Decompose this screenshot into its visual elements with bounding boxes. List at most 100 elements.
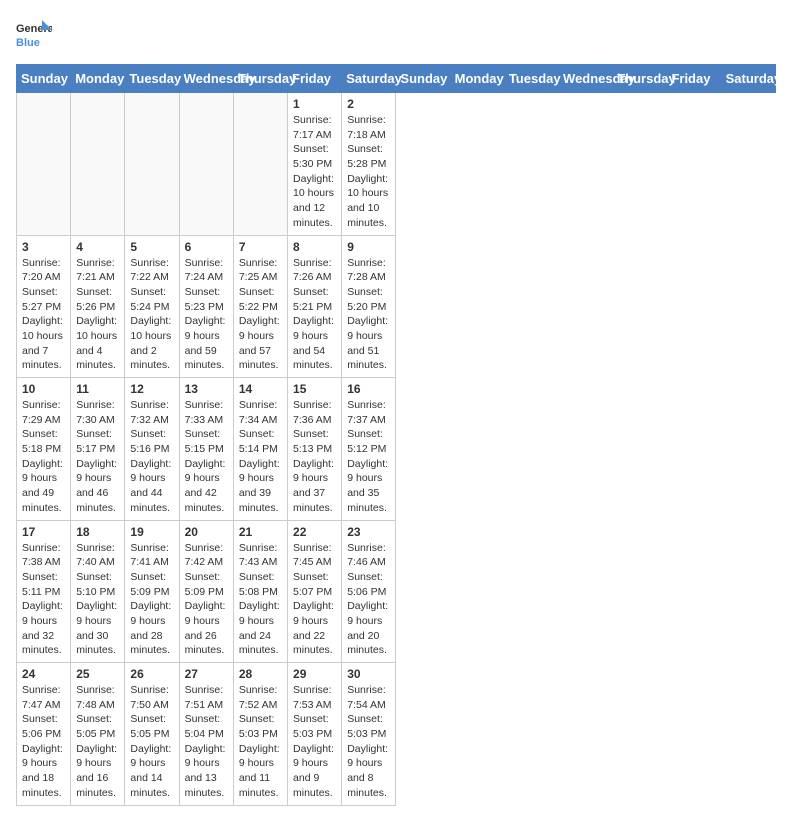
calendar-cell: 14 Sunrise: 7:34 AM Sunset: 5:14 PM Dayli… (233, 378, 287, 521)
calendar-table: SundayMondayTuesdayWednesdayThursdayFrid… (16, 64, 776, 806)
day-info: Sunrise: 7:41 AM Sunset: 5:09 PM Dayligh… (130, 541, 173, 659)
day-info: Sunrise: 7:33 AM Sunset: 5:15 PM Dayligh… (185, 398, 228, 516)
day-number: 18 (76, 525, 119, 539)
day-header-wednesday: Wednesday (179, 65, 233, 93)
calendar-cell (125, 93, 179, 236)
calendar-cell: 17 Sunrise: 7:38 AM Sunset: 5:11 PM Dayli… (17, 520, 71, 663)
week-row-3: 17 Sunrise: 7:38 AM Sunset: 5:11 PM Dayli… (17, 520, 776, 663)
calendar-cell: 29 Sunrise: 7:53 AM Sunset: 5:03 PM Dayli… (288, 663, 342, 806)
day-number: 12 (130, 382, 173, 396)
day-number: 16 (347, 382, 390, 396)
calendar-cell (179, 93, 233, 236)
day-info: Sunrise: 7:47 AM Sunset: 5:06 PM Dayligh… (22, 683, 65, 801)
week-row-1: 3 Sunrise: 7:20 AM Sunset: 5:27 PM Daylig… (17, 235, 776, 378)
day-info: Sunrise: 7:26 AM Sunset: 5:21 PM Dayligh… (293, 256, 336, 374)
day-info: Sunrise: 7:54 AM Sunset: 5:03 PM Dayligh… (347, 683, 390, 801)
logo: General Blue (16, 16, 52, 52)
calendar-cell: 25Sunrise: 7:48 AM Sunset: 5:05 PM Dayli… (71, 663, 125, 806)
calendar-cell: 1Sunrise: 7:17 AM Sunset: 5:30 PM Daylig… (288, 93, 342, 236)
day-header-sunday: Sunday (17, 65, 71, 93)
calendar-cell: 8 Sunrise: 7:26 AM Sunset: 5:21 PM Daylig… (288, 235, 342, 378)
calendar-cell (233, 93, 287, 236)
calendar-cell: 7 Sunrise: 7:25 AM Sunset: 5:22 PM Daylig… (233, 235, 287, 378)
day-number: 9 (347, 240, 390, 254)
day-header-sunday: Sunday (396, 65, 450, 93)
calendar-cell: 2Sunrise: 7:18 AM Sunset: 5:28 PM Daylig… (342, 93, 396, 236)
calendar-cell: 3 Sunrise: 7:20 AM Sunset: 5:27 PM Daylig… (17, 235, 71, 378)
day-info: Sunrise: 7:21 AM Sunset: 5:26 PM Dayligh… (76, 256, 119, 374)
calendar-cell: 5 Sunrise: 7:22 AM Sunset: 5:24 PM Daylig… (125, 235, 179, 378)
day-number: 8 (293, 240, 336, 254)
day-number: 1 (293, 97, 336, 111)
calendar-cell: 19 Sunrise: 7:41 AM Sunset: 5:09 PM Dayli… (125, 520, 179, 663)
day-info: Sunrise: 7:53 AM Sunset: 5:03 PM Dayligh… (293, 683, 336, 801)
day-info: Sunrise: 7:32 AM Sunset: 5:16 PM Dayligh… (130, 398, 173, 516)
day-info: Sunrise: 7:37 AM Sunset: 5:12 PM Dayligh… (347, 398, 390, 516)
week-row-0: 1Sunrise: 7:17 AM Sunset: 5:30 PM Daylig… (17, 93, 776, 236)
day-info: Sunrise: 7:30 AM Sunset: 5:17 PM Dayligh… (76, 398, 119, 516)
day-info: Sunrise: 7:36 AM Sunset: 5:13 PM Dayligh… (293, 398, 336, 516)
calendar-cell: 9Sunrise: 7:28 AM Sunset: 5:20 PM Daylig… (342, 235, 396, 378)
header-row: SundayMondayTuesdayWednesdayThursdayFrid… (17, 65, 776, 93)
calendar-cell: 28Sunrise: 7:52 AM Sunset: 5:03 PM Dayli… (233, 663, 287, 806)
calendar-cell: 18 Sunrise: 7:40 AM Sunset: 5:10 PM Dayli… (71, 520, 125, 663)
day-number: 25 (76, 667, 119, 681)
day-number: 15 (293, 382, 336, 396)
day-info: Sunrise: 7:20 AM Sunset: 5:27 PM Dayligh… (22, 256, 65, 374)
day-number: 19 (130, 525, 173, 539)
day-info: Sunrise: 7:43 AM Sunset: 5:08 PM Dayligh… (239, 541, 282, 659)
day-info: Sunrise: 7:38 AM Sunset: 5:11 PM Dayligh… (22, 541, 65, 659)
day-number: 14 (239, 382, 282, 396)
day-number: 13 (185, 382, 228, 396)
day-info: Sunrise: 7:29 AM Sunset: 5:18 PM Dayligh… (22, 398, 65, 516)
day-info: Sunrise: 7:45 AM Sunset: 5:07 PM Dayligh… (293, 541, 336, 659)
day-number: 5 (130, 240, 173, 254)
page-header: General Blue (16, 16, 776, 52)
day-header-monday: Monday (71, 65, 125, 93)
day-number: 3 (22, 240, 65, 254)
day-info: Sunrise: 7:22 AM Sunset: 5:24 PM Dayligh… (130, 256, 173, 374)
calendar-cell: 26Sunrise: 7:50 AM Sunset: 5:05 PM Dayli… (125, 663, 179, 806)
week-row-4: 24 Sunrise: 7:47 AM Sunset: 5:06 PM Dayli… (17, 663, 776, 806)
day-info: Sunrise: 7:50 AM Sunset: 5:05 PM Dayligh… (130, 683, 173, 801)
day-header-tuesday: Tuesday (504, 65, 558, 93)
logo-icon: General Blue (16, 16, 52, 52)
day-header-tuesday: Tuesday (125, 65, 179, 93)
day-info: Sunrise: 7:51 AM Sunset: 5:04 PM Dayligh… (185, 683, 228, 801)
day-number: 29 (293, 667, 336, 681)
day-info: Sunrise: 7:24 AM Sunset: 5:23 PM Dayligh… (185, 256, 228, 374)
svg-text:Blue: Blue (16, 37, 40, 49)
calendar-cell: 21Sunrise: 7:43 AM Sunset: 5:08 PM Dayli… (233, 520, 287, 663)
day-info: Sunrise: 7:18 AM Sunset: 5:28 PM Dayligh… (347, 113, 390, 231)
day-number: 30 (347, 667, 390, 681)
calendar-cell: 12 Sunrise: 7:32 AM Sunset: 5:16 PM Dayli… (125, 378, 179, 521)
day-number: 24 (22, 667, 65, 681)
day-header-friday: Friday (667, 65, 721, 93)
calendar-cell: 30 Sunrise: 7:54 AM Sunset: 5:03 PM Dayli… (342, 663, 396, 806)
day-number: 6 (185, 240, 228, 254)
day-info: Sunrise: 7:25 AM Sunset: 5:22 PM Dayligh… (239, 256, 282, 374)
calendar-cell: 27Sunrise: 7:51 AM Sunset: 5:04 PM Dayli… (179, 663, 233, 806)
day-number: 17 (22, 525, 65, 539)
day-header-wednesday: Wednesday (559, 65, 613, 93)
calendar-cell (17, 93, 71, 236)
day-header-saturday: Saturday (342, 65, 396, 93)
calendar-cell: 10 Sunrise: 7:29 AM Sunset: 5:18 PM Dayli… (17, 378, 71, 521)
day-number: 10 (22, 382, 65, 396)
day-info: Sunrise: 7:34 AM Sunset: 5:14 PM Dayligh… (239, 398, 282, 516)
day-info: Sunrise: 7:52 AM Sunset: 5:03 PM Dayligh… (239, 683, 282, 801)
logo-container: General Blue (16, 16, 52, 52)
day-header-thursday: Thursday (233, 65, 287, 93)
day-info: Sunrise: 7:42 AM Sunset: 5:09 PM Dayligh… (185, 541, 228, 659)
day-number: 7 (239, 240, 282, 254)
day-header-thursday: Thursday (613, 65, 667, 93)
day-header-saturday: Saturday (721, 65, 775, 93)
calendar-cell (71, 93, 125, 236)
day-info: Sunrise: 7:46 AM Sunset: 5:06 PM Dayligh… (347, 541, 390, 659)
calendar-cell: 22Sunrise: 7:45 AM Sunset: 5:07 PM Dayli… (288, 520, 342, 663)
calendar-cell: 11Sunrise: 7:30 AM Sunset: 5:17 PM Dayli… (71, 378, 125, 521)
day-header-monday: Monday (450, 65, 504, 93)
calendar-cell: 20Sunrise: 7:42 AM Sunset: 5:09 PM Dayli… (179, 520, 233, 663)
day-info: Sunrise: 7:40 AM Sunset: 5:10 PM Dayligh… (76, 541, 119, 659)
day-number: 23 (347, 525, 390, 539)
